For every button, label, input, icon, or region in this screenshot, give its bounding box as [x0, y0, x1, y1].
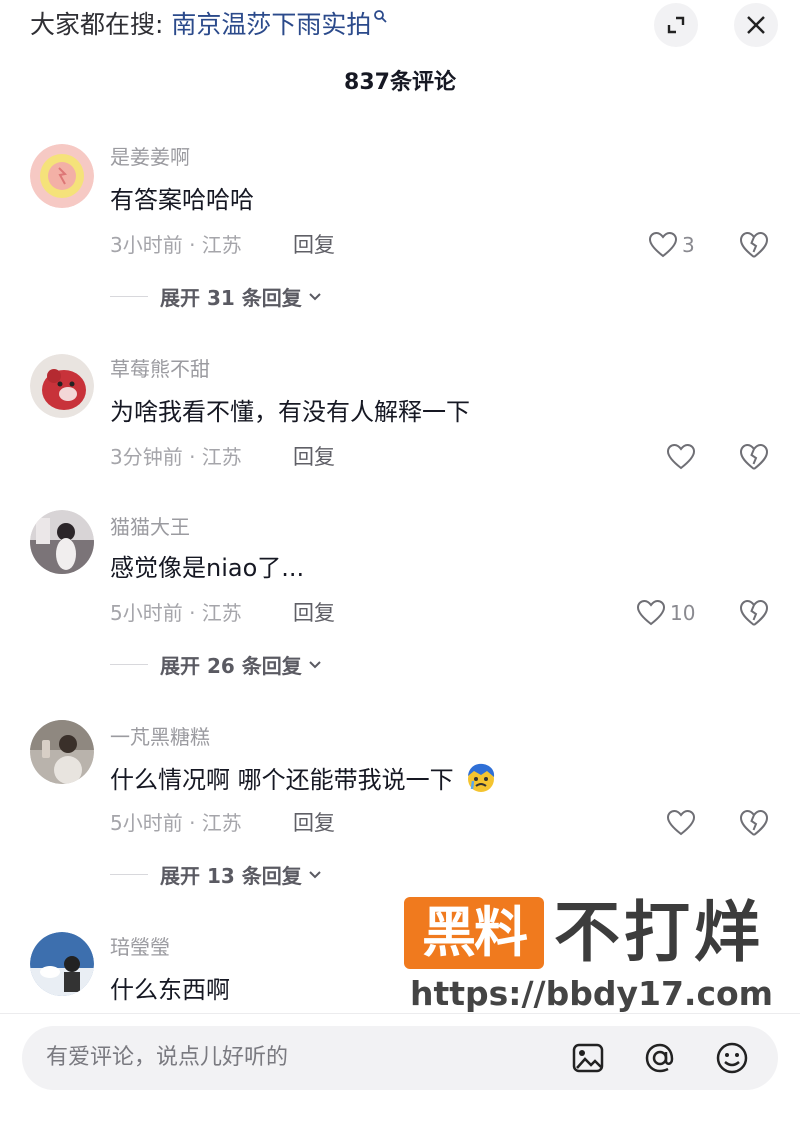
dislike-button[interactable]: [738, 808, 770, 838]
comment-meta: 5小时前 · 江苏: [110, 601, 242, 625]
comment-text: 什么情况啊 哪个还能带我说一下: [110, 762, 497, 796]
expand-replies[interactable]: 展开 13 条回复: [110, 860, 322, 889]
chevron-down-icon: [309, 660, 321, 668]
avatar[interactable]: [30, 932, 94, 996]
search-icon: [374, 10, 388, 23]
like-button[interactable]: [666, 808, 700, 838]
broken-heart-icon: [739, 231, 769, 258]
top-bar: 大家都在搜: 南京温莎下雨实拍: [0, 0, 800, 52]
comment-text: 有答案哈哈哈: [110, 186, 254, 214]
heart-icon: [636, 599, 666, 626]
divider-line: [110, 296, 148, 297]
reply-button[interactable]: 回复: [293, 444, 335, 470]
broken-heart-icon: [739, 443, 769, 470]
broken-heart-icon: [739, 809, 769, 836]
expand-replies-label: 展开 31 条回复: [160, 286, 302, 310]
like-button[interactable]: 3: [648, 230, 695, 260]
close-icon: [747, 16, 765, 34]
reply-button[interactable]: 回复: [293, 810, 335, 836]
expand-replies-label: 展开 26 条回复: [160, 654, 302, 678]
comment-meta: 5小时前 · 江苏: [110, 811, 242, 835]
comment-username[interactable]: 琣瑩瑩: [110, 934, 170, 960]
expand-replies[interactable]: 展开 31 条回复: [110, 282, 322, 311]
comment-username[interactable]: 猫猫大王: [110, 514, 190, 540]
divider-line: [110, 664, 148, 665]
expand-replies[interactable]: 展开 26 条回复: [110, 650, 322, 679]
emoji-icon[interactable]: [714, 1040, 750, 1076]
comment-username[interactable]: 是姜姜啊: [110, 144, 190, 170]
divider-line: [110, 874, 148, 875]
comment-username[interactable]: 一芃黑糖糕: [110, 724, 210, 750]
fullscreen-button[interactable]: [654, 3, 698, 47]
heart-icon: [648, 231, 678, 258]
watermark-badge: 黑料: [404, 897, 544, 969]
comment-count-title: 837条评论: [344, 70, 456, 95]
search-suggestion-prefix: 大家都在搜:: [30, 10, 172, 39]
reply-button[interactable]: 回复: [293, 232, 335, 258]
dislike-button[interactable]: [738, 598, 770, 628]
expand-replies-label: 展开 13 条回复: [160, 864, 302, 888]
search-suggestion[interactable]: 大家都在搜: 南京温莎下雨实拍: [30, 8, 388, 42]
comment-text: 感觉像是niao了...: [110, 554, 305, 582]
search-suggestion-keyword[interactable]: 南京温莎下雨实拍: [171, 10, 371, 39]
like-button[interactable]: [666, 442, 700, 472]
heart-icon: [666, 443, 696, 470]
avatar[interactable]: [30, 354, 94, 418]
comment-text: 为啥我看不懂，有没有人解释一下: [110, 398, 470, 426]
comment-meta: 3小时前 · 江苏: [110, 233, 242, 257]
like-count: 3: [682, 233, 695, 257]
fullscreen-icon: [667, 16, 685, 34]
watermark-url: https://bbdy17.com: [410, 974, 774, 1013]
close-button[interactable]: [734, 3, 778, 47]
comment-input-bar: 有爱评论，说点儿好听的: [0, 1013, 800, 1139]
dislike-button[interactable]: [738, 442, 770, 472]
crying-emoji-icon: [468, 763, 495, 792]
mention-icon[interactable]: [642, 1040, 678, 1076]
image-icon[interactable]: [570, 1040, 606, 1076]
comment-meta: 3分钟前 · 江苏: [110, 445, 242, 469]
avatar[interactable]: [30, 144, 94, 208]
heart-icon: [666, 809, 696, 836]
watermark: 黑料 不打烊 https://bbdy17.com: [404, 893, 774, 1013]
avatar[interactable]: [30, 510, 94, 574]
comment-username[interactable]: 草莓熊不甜: [110, 356, 210, 382]
comment-text-content: 什么情况啊 哪个还能带我说一下: [110, 766, 454, 794]
chevron-down-icon: [309, 292, 321, 300]
comment-text: 什么东西啊: [110, 976, 230, 1004]
like-button[interactable]: 10: [636, 598, 695, 628]
reply-button[interactable]: 回复: [293, 600, 335, 626]
watermark-title: 不打烊: [554, 894, 764, 971]
like-count: 10: [670, 601, 696, 625]
comment-input[interactable]: 有爱评论，说点儿好听的: [22, 1026, 778, 1090]
dislike-button[interactable]: [738, 230, 770, 260]
chevron-down-icon: [309, 870, 321, 878]
broken-heart-icon: [739, 599, 769, 626]
avatar[interactable]: [30, 720, 94, 784]
comment-input-placeholder: 有爱评论，说点儿好听的: [46, 1045, 289, 1070]
